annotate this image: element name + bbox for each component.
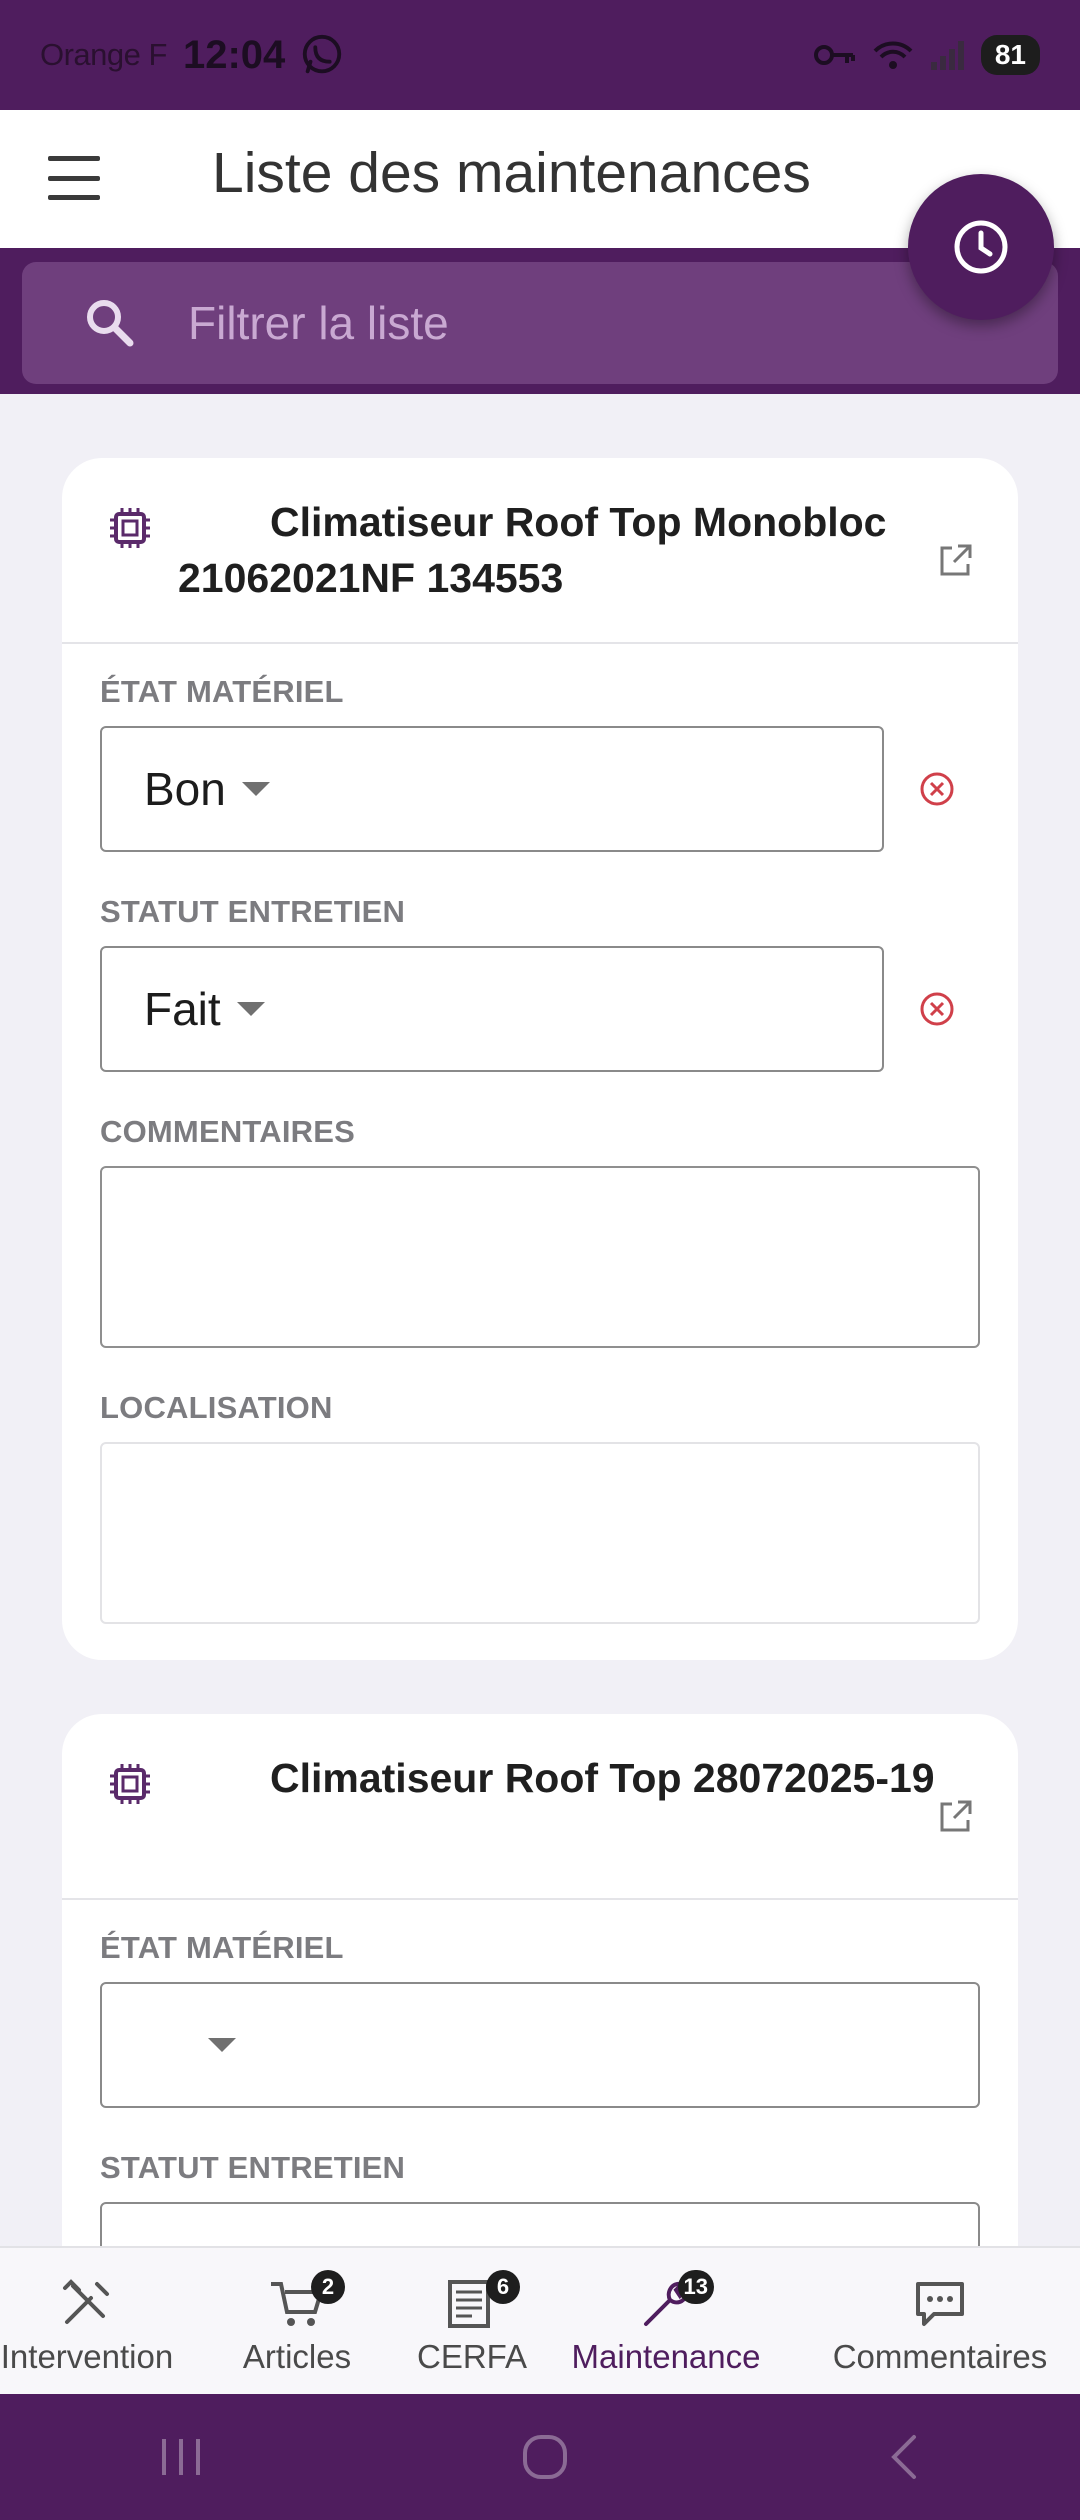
localisation-label: LOCALISATION <box>100 1390 333 1425</box>
badge: 13 <box>677 2270 714 2304</box>
chevron-down-icon <box>208 2038 236 2052</box>
tab-label: Commentaires <box>832 2338 1048 2375</box>
badge: 6 <box>486 2270 520 2304</box>
whatsapp-icon <box>303 34 342 74</box>
tab-cerfa[interactable]: 6 CERFA <box>412 2248 532 2394</box>
chevron-down-icon <box>236 1002 265 1016</box>
carrier-label: Orange F <box>40 37 167 72</box>
etat-select[interactable] <box>100 1982 980 2108</box>
statut-label: STATUT ENTRETIEN <box>100 2150 406 2185</box>
statut-select[interactable]: Fait <box>100 946 884 1072</box>
system-nav-bar <box>0 2394 1080 2520</box>
status-bar: Orange F 12:04 81 <box>0 0 1080 110</box>
badge: 2 <box>311 2270 345 2304</box>
chip-icon <box>110 508 150 548</box>
clear-icon[interactable] <box>918 990 956 1028</box>
etat-label: ÉTAT MATÉRIEL <box>100 1930 344 1965</box>
clear-icon[interactable] <box>918 770 956 808</box>
etat-value: Bon <box>144 763 226 815</box>
tab-articles[interactable]: 2 Articles <box>182 2248 412 2394</box>
external-link-icon[interactable] <box>936 1798 974 1836</box>
external-link-icon[interactable] <box>936 542 974 580</box>
statut-value: Fait <box>144 983 221 1035</box>
home-icon[interactable] <box>519 2431 571 2483</box>
localisation-field[interactable] <box>100 1442 980 1624</box>
bottom-nav: Intervention 2 Articles 6 CERFA 13 Maint… <box>0 2246 1080 2394</box>
page-title: Liste des maintenances <box>212 141 811 205</box>
tools-icon <box>63 2279 109 2324</box>
card-title: Climatiseur Roof Top Monobloc 21062021NF… <box>178 499 887 601</box>
clock-icon <box>954 220 1008 274</box>
tab-intervention[interactable]: Intervention <box>0 2248 182 2394</box>
commentaires-label: COMMENTAIRES <box>100 1114 355 1149</box>
tab-label: Intervention <box>0 2338 174 2375</box>
tab-label: Maintenance <box>571 2338 761 2375</box>
maintenance-card: Climatiseur Roof Top Monobloc 21062021NF… <box>62 458 1018 1660</box>
recent-apps-icon[interactable] <box>156 2433 206 2481</box>
card-title: Climatiseur Roof Top 28072025-19 <box>270 1755 935 1801</box>
signal-icon <box>930 41 964 70</box>
chat-icon <box>916 2282 964 2326</box>
battery-indicator: 81 <box>980 35 1040 75</box>
etat-label: ÉTAT MATÉRIEL <box>100 674 344 709</box>
etat-select[interactable]: Bon <box>100 726 884 852</box>
chevron-down-icon <box>241 782 270 796</box>
commentaires-field[interactable] <box>100 1166 980 1348</box>
statut-label: STATUT ENTRETIEN <box>100 894 406 929</box>
key-icon <box>813 45 855 65</box>
back-icon[interactable] <box>884 2431 924 2483</box>
clock: 12:04 <box>182 32 286 77</box>
history-button[interactable] <box>908 174 1054 320</box>
tab-commentaires[interactable]: Commentaires <box>800 2248 1080 2394</box>
wifi-icon <box>873 41 913 69</box>
tab-label: Articles <box>242 2338 352 2375</box>
menu-icon[interactable] <box>48 156 100 200</box>
maintenance-card: Climatiseur Roof Top 28072025-19 ÉTAT MA… <box>62 1714 1018 2328</box>
search-placeholder: Filtrer la liste <box>188 297 449 349</box>
search-input[interactable]: Filtrer la liste <box>22 262 1058 384</box>
search-icon <box>87 300 134 347</box>
chip-icon <box>110 1764 150 1804</box>
card-header: Climatiseur Roof Top 28072025-19 <box>62 1714 1018 1900</box>
tab-label: CERFA <box>416 2338 528 2375</box>
tab-maintenance[interactable]: 13 Maintenance <box>532 2248 800 2394</box>
card-header: Climatiseur Roof Top Monobloc 21062021NF… <box>62 458 1018 644</box>
